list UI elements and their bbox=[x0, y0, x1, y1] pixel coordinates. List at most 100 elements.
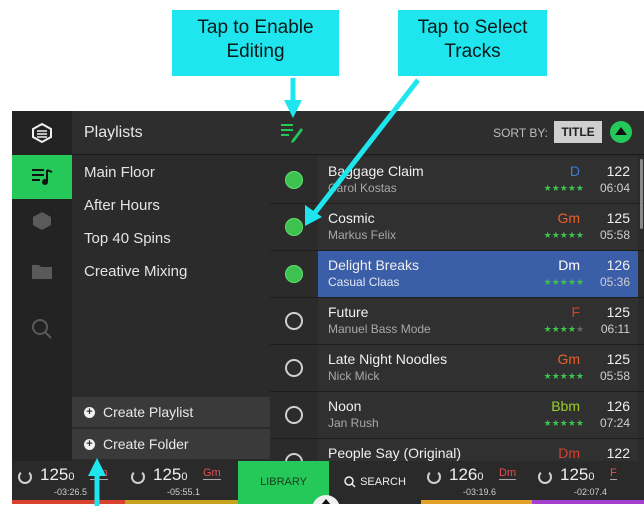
select-dot-icon bbox=[285, 406, 303, 424]
track-row[interactable]: Late Night Noodles Nick Mick Gm ★★★★★ 125 05:… bbox=[270, 345, 644, 392]
deck-color-strip bbox=[421, 500, 534, 504]
sync-icon[interactable] bbox=[131, 470, 145, 484]
track-select-toggle[interactable] bbox=[270, 392, 318, 438]
track-info[interactable]: Delight Breaks Casual Claas Dm ★★★★★ 126 05:3… bbox=[318, 251, 638, 297]
track-bpm: 122 bbox=[606, 445, 630, 461]
track-key: F bbox=[571, 304, 580, 320]
edit-list-icon[interactable] bbox=[280, 120, 304, 149]
library-screen: Playlists Main Floor After Hours Top 40 … bbox=[12, 111, 644, 504]
track-info[interactable]: Baggage Claim Carol Kostas D ★★★★★ 122 06:04 bbox=[318, 157, 638, 203]
track-row[interactable]: Noon Jan Rush Bbm ★★★★★ 126 07:24 bbox=[270, 392, 644, 439]
deck-remaining-time: -05:55.1 bbox=[167, 487, 201, 497]
icon-rail bbox=[12, 111, 72, 461]
track-key: D bbox=[569, 163, 580, 179]
create-folder-button[interactable]: + Create Folder bbox=[72, 429, 270, 459]
sort-direction-icon[interactable] bbox=[610, 121, 632, 143]
deck-4[interactable]: 1250 F -02:07.4 bbox=[532, 461, 644, 504]
track-title: Noon bbox=[328, 398, 362, 414]
track-key: Dm bbox=[558, 445, 580, 461]
track-row[interactable]: Future Manuel Bass Mode F ★★★★★ 125 06:11 bbox=[270, 298, 644, 345]
create-playlist-label: Create Playlist bbox=[103, 404, 194, 420]
select-dot-icon bbox=[285, 218, 303, 236]
track-artist: Nick Mick bbox=[328, 369, 380, 383]
search-icon[interactable] bbox=[12, 307, 72, 351]
playlist-list: Main Floor After Hours Top 40 Spins Crea… bbox=[72, 156, 270, 396]
search-label: SEARCH bbox=[360, 476, 406, 488]
playlist-icon[interactable] bbox=[12, 155, 72, 199]
library-button[interactable]: LIBRARY bbox=[238, 461, 329, 504]
deck-bpm: 1250 bbox=[40, 465, 75, 484]
rating-stars-icon: ★★★★★ bbox=[543, 183, 584, 193]
search-icon bbox=[344, 476, 356, 488]
track-duration: 06:11 bbox=[600, 322, 630, 336]
track-select-toggle[interactable] bbox=[270, 298, 318, 344]
playlist-item[interactable]: After Hours bbox=[72, 189, 270, 222]
track-select-toggle[interactable] bbox=[270, 204, 318, 250]
deck-key: Dm bbox=[499, 467, 517, 480]
track-info[interactable]: Noon Jan Rush Bbm ★★★★★ 126 07:24 bbox=[318, 392, 638, 438]
track-title: Cosmic bbox=[328, 210, 375, 226]
sort-by-label: SORT BY: bbox=[493, 126, 548, 140]
track-key: Gm bbox=[557, 351, 580, 367]
playlists-header: Playlists bbox=[72, 111, 270, 155]
track-bpm: 125 bbox=[606, 304, 630, 320]
deck-key: F bbox=[610, 467, 617, 480]
playlist-item[interactable]: Creative Mixing bbox=[72, 255, 270, 288]
folder-icon[interactable] bbox=[12, 249, 72, 293]
deck-bpm: 1250 bbox=[560, 465, 595, 484]
track-title: Late Night Noodles bbox=[328, 351, 448, 367]
track-duration: 06:04 bbox=[599, 181, 630, 195]
track-row[interactable]: Delight Breaks Casual Claas Dm ★★★★★ 126 05:3… bbox=[270, 251, 644, 298]
select-dot-icon bbox=[285, 171, 303, 189]
track-key: Dm bbox=[558, 257, 580, 273]
deck-2[interactable]: 1250 Gm -05:55.1 bbox=[125, 461, 238, 504]
track-bpm: 126 bbox=[606, 398, 630, 414]
track-bpm: 122 bbox=[606, 163, 630, 179]
track-select-toggle[interactable] bbox=[270, 157, 318, 203]
deck-key: Gm bbox=[203, 467, 221, 480]
deck-remaining-time: -03:19.6 bbox=[463, 487, 497, 497]
track-bpm: 125 bbox=[606, 210, 630, 226]
track-info[interactable]: Late Night Noodles Nick Mick Gm ★★★★★ 125 05:… bbox=[318, 345, 638, 391]
select-dot-icon bbox=[285, 312, 303, 330]
track-info[interactable]: Cosmic Markus Felix Gm ★★★★★ 125 05:58 bbox=[318, 204, 638, 250]
deck-color-strip bbox=[125, 500, 238, 504]
rating-stars-icon: ★★★★★ bbox=[543, 230, 584, 240]
select-dot-icon bbox=[285, 265, 303, 283]
create-playlist-button[interactable]: + Create Playlist bbox=[72, 397, 270, 427]
sort-title-button[interactable]: TITLE bbox=[554, 121, 602, 143]
rating-stars-icon: ★★★★★ bbox=[543, 324, 584, 334]
track-row[interactable]: Baggage Claim Carol Kostas D ★★★★★ 122 06:04 bbox=[270, 157, 644, 204]
plus-icon: + bbox=[84, 406, 95, 418]
track-duration: 07:24 bbox=[599, 416, 630, 430]
track-artist: Jan Rush bbox=[328, 416, 379, 430]
playlist-item[interactable]: Top 40 Spins bbox=[72, 222, 270, 255]
crate-icon[interactable] bbox=[12, 199, 72, 243]
deck-bpm: 1250 bbox=[153, 465, 188, 484]
sync-icon[interactable] bbox=[18, 470, 32, 484]
track-bpm: 126 bbox=[606, 257, 630, 273]
track-select-toggle[interactable] bbox=[270, 345, 318, 391]
create-folder-label: Create Folder bbox=[103, 436, 189, 452]
plus-icon: + bbox=[84, 438, 95, 450]
callout-enable-editing: Tap to Enable Editing bbox=[172, 10, 339, 76]
track-select-toggle[interactable] bbox=[270, 251, 318, 297]
track-artist: Markus Felix bbox=[328, 228, 397, 242]
logo-icon[interactable] bbox=[12, 111, 72, 155]
search-button[interactable]: SEARCH bbox=[329, 461, 421, 504]
deck-remaining-time: -03:26.5 bbox=[54, 487, 88, 497]
deck-bar: LIBRARY SEARCH 1250 Gm -03:26.5 1250 Gm -05:5… bbox=[12, 461, 644, 504]
deck-remaining-time: -02:07.4 bbox=[574, 487, 608, 497]
tracks-header: SORT BY: TITLE bbox=[270, 111, 644, 155]
track-duration: 05:58 bbox=[599, 369, 630, 383]
sync-icon[interactable] bbox=[538, 470, 552, 484]
track-row[interactable]: Cosmic Markus Felix Gm ★★★★★ 125 05:58 bbox=[270, 204, 644, 251]
deck-1[interactable]: 1250 Gm -03:26.5 bbox=[12, 461, 125, 504]
track-duration: 05:36 bbox=[599, 275, 630, 289]
scrollbar[interactable] bbox=[640, 159, 643, 229]
sync-icon[interactable] bbox=[427, 470, 441, 484]
track-title: Future bbox=[328, 304, 369, 320]
track-info[interactable]: Future Manuel Bass Mode F ★★★★★ 125 06:11 bbox=[318, 298, 638, 344]
deck-3[interactable]: 1260 Dm -03:19.6 bbox=[421, 461, 534, 504]
playlist-item[interactable]: Main Floor bbox=[72, 156, 270, 189]
